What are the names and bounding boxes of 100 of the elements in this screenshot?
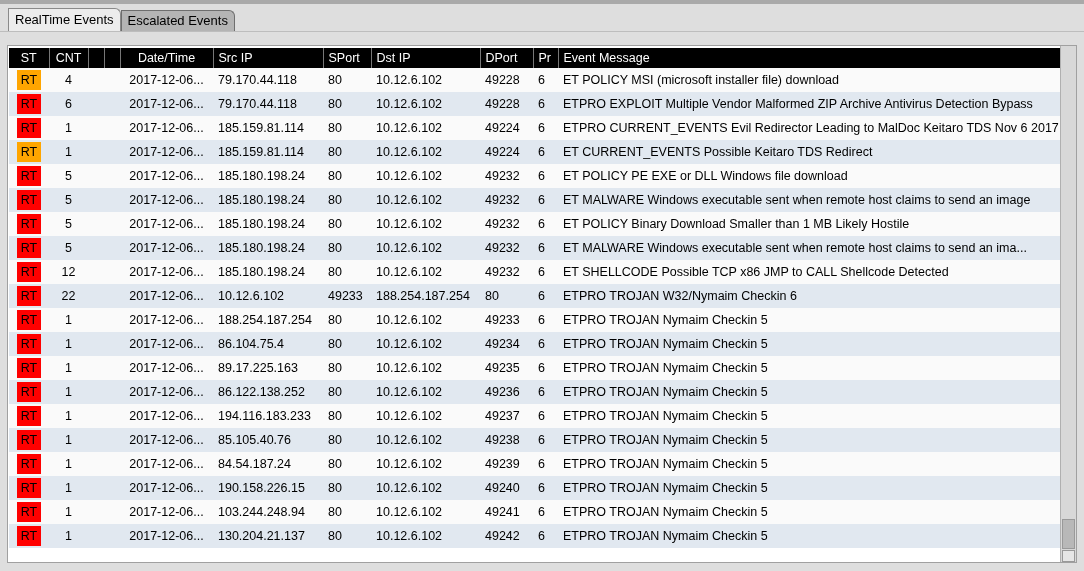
table-cell: 1: [49, 116, 88, 140]
table-cell: 10.12.6.102: [371, 356, 480, 380]
table-cell: 10.12.6.102: [371, 68, 480, 92]
status-badge: RT: [17, 454, 41, 474]
status-badge: RT: [17, 94, 41, 114]
table-cell: 10.12.6.102: [371, 428, 480, 452]
table-cell: 6: [533, 188, 558, 212]
table-cell: 10.12.6.102: [371, 308, 480, 332]
status-badge: RT: [17, 238, 41, 258]
table-cell: ET SHELLCODE Possible TCP x86 JMP to CALL Shellcode Detected: [558, 260, 1060, 284]
status-badge: RT: [17, 478, 41, 498]
table-cell: 80: [323, 140, 371, 164]
table-cell: 185.180.198.24: [213, 260, 323, 284]
table-cell: 80: [323, 428, 371, 452]
table-cell: ETPRO TROJAN W32/Nymaim Checkin 6: [558, 284, 1060, 308]
table-cell: 1: [49, 524, 88, 548]
table-cell: 6: [533, 212, 558, 236]
table-cell: 10.12.6.102: [371, 380, 480, 404]
status-badge: RT: [17, 310, 41, 330]
table-cell: 86.104.75.4: [213, 332, 323, 356]
table-cell: ETPRO TROJAN Nymaim Checkin 5: [558, 404, 1060, 428]
table-cell: 49234: [480, 332, 533, 356]
table-cell: 6: [533, 92, 558, 116]
status-badge: RT: [17, 358, 41, 378]
table-cell: 6: [533, 140, 558, 164]
table-cell: 103.244.248.94: [213, 500, 323, 524]
table-cell: 10.12.6.102: [371, 92, 480, 116]
table-cell: 1: [49, 356, 88, 380]
table-cell: 80: [323, 188, 371, 212]
table-cell: 80: [323, 380, 371, 404]
table-cell: ET POLICY PE EXE or DLL Windows file download: [558, 164, 1060, 188]
table-cell: 49233: [480, 308, 533, 332]
table-cell: 185.180.198.24: [213, 164, 323, 188]
table-cell: 49232: [480, 236, 533, 260]
table-cell: 6: [533, 452, 558, 476]
table-cell: 6: [533, 500, 558, 524]
table-cell: ET POLICY Binary Download Smaller than 1 MB Likely Hostile: [558, 212, 1060, 236]
table-cell: ETPRO TROJAN Nymaim Checkin 5: [558, 356, 1060, 380]
table-cell: 188.254.187.254: [213, 308, 323, 332]
table-cell: 2017-12-06...: [120, 212, 213, 236]
table-cell: 2017-12-06...: [120, 68, 213, 92]
table-cell: 10.12.6.102: [371, 476, 480, 500]
table-cell: 2017-12-06...: [120, 404, 213, 428]
table-cell: 80: [323, 164, 371, 188]
table-cell: 2017-12-06...: [120, 260, 213, 284]
table-cell: 6: [533, 284, 558, 308]
table-cell: 80: [323, 308, 371, 332]
status-badge: RT: [17, 118, 41, 138]
table-cell: 10.12.6.102: [371, 404, 480, 428]
table-cell: 49238: [480, 428, 533, 452]
table-cell: ETPRO EXPLOIT Multiple Vendor Malformed ZIP Archive Antivirus Detection Bypass: [558, 92, 1060, 116]
table-cell: 10.12.6.102: [371, 524, 480, 548]
status-badge: RT: [17, 70, 41, 90]
table-cell: 6: [533, 116, 558, 140]
status-badge: RT: [17, 262, 41, 282]
vertical-scrollbar[interactable]: [1060, 46, 1076, 562]
table-cell: 49239: [480, 452, 533, 476]
table-cell: 10.12.6.102: [371, 164, 480, 188]
table-cell: 49240: [480, 476, 533, 500]
table-cell: 49232: [480, 212, 533, 236]
table-cell: 185.159.81.114: [213, 116, 323, 140]
status-badge: RT: [17, 166, 41, 186]
table-cell: 2017-12-06...: [120, 140, 213, 164]
table-cell: 79.170.44.118: [213, 68, 323, 92]
table-cell: 2017-12-06...: [120, 476, 213, 500]
table-cell: 80: [323, 524, 371, 548]
table-cell: 79.170.44.118: [213, 92, 323, 116]
table-cell: 5: [49, 212, 88, 236]
table-cell: 2017-12-06...: [120, 116, 213, 140]
table-cell: 10.12.6.102: [371, 452, 480, 476]
status-badge: RT: [17, 214, 41, 234]
table-cell: 6: [533, 524, 558, 548]
table-cell: 2017-12-06...: [120, 524, 213, 548]
table-cell: 185.180.198.24: [213, 236, 323, 260]
table-cell: 80: [323, 404, 371, 428]
table-cell: 49237: [480, 404, 533, 428]
table-cell: 80: [323, 68, 371, 92]
table-cell: ETPRO TROJAN Nymaim Checkin 5: [558, 332, 1060, 356]
table-cell: 80: [323, 236, 371, 260]
table-cell: 2017-12-06...: [120, 284, 213, 308]
table-cell: 49232: [480, 260, 533, 284]
table-cell: 49242: [480, 524, 533, 548]
tab[interactable]: Escalated Events: [120, 10, 235, 31]
tab[interactable]: RealTime Events: [8, 8, 121, 31]
table-cell: 6: [533, 236, 558, 260]
table-cell: 194.116.183.233: [213, 404, 323, 428]
table-cell: 22: [49, 284, 88, 308]
table-cell: 10.12.6.102: [371, 260, 480, 284]
table-cell: 130.204.21.137: [213, 524, 323, 548]
table-cell: 49236: [480, 380, 533, 404]
table-cell: 2017-12-06...: [120, 452, 213, 476]
table-cell: 1: [49, 500, 88, 524]
table-cell: 85.105.40.76: [213, 428, 323, 452]
table-cell: 6: [533, 164, 558, 188]
table-cell: 5: [49, 188, 88, 212]
status-badge: RT: [17, 526, 41, 546]
table-cell: 1: [49, 428, 88, 452]
table-cell: 10.12.6.102: [371, 500, 480, 524]
table-cell: 80: [323, 92, 371, 116]
status-badge: RT: [17, 190, 41, 210]
